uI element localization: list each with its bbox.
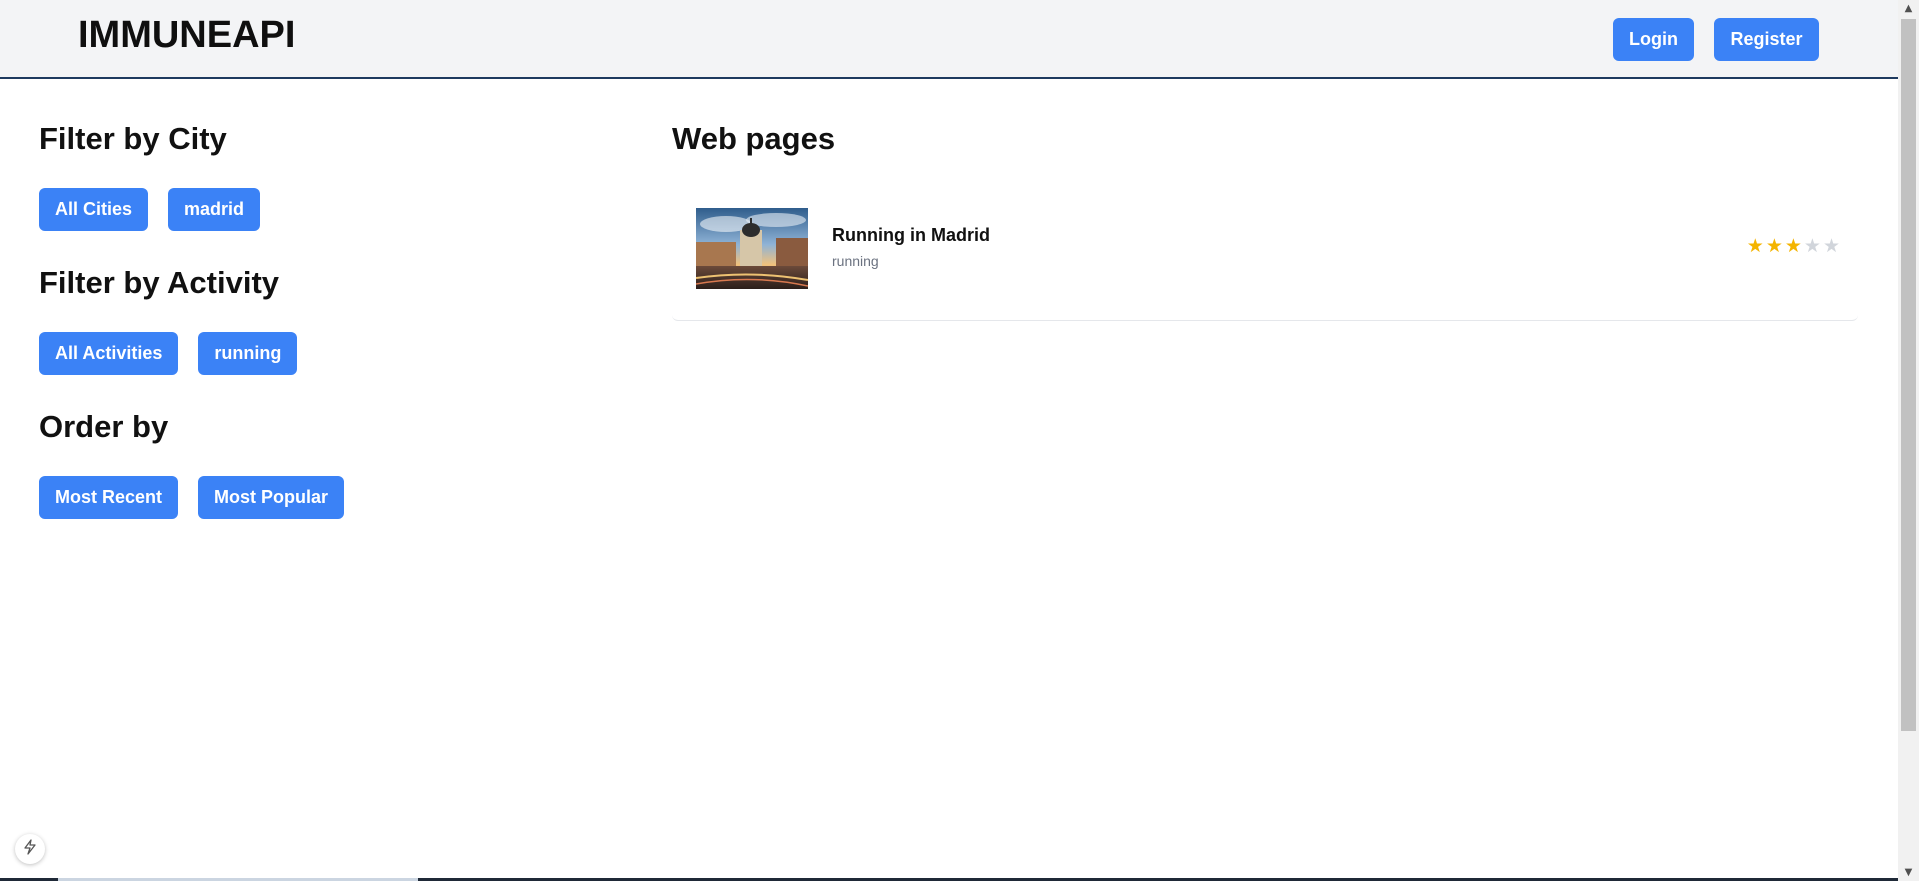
- web-pages-title: Web pages: [672, 121, 836, 156]
- star-icon: ★: [1784, 235, 1804, 257]
- order-most-recent-button[interactable]: Most Recent: [39, 476, 179, 519]
- filter-activity-title: Filter by Activity: [39, 265, 280, 300]
- filter-city-title: Filter by City: [39, 121, 227, 156]
- rating-stars: ★★★★★: [1747, 235, 1842, 257]
- register-button[interactable]: Register: [1714, 18, 1819, 61]
- filter-all-activities-button[interactable]: All Activities: [39, 332, 179, 375]
- arrow-down-icon[interactable]: ▼: [1898, 864, 1919, 881]
- star-icon: ★: [1822, 235, 1842, 257]
- dev-tools-button[interactable]: [15, 834, 45, 864]
- filter-all-cities-button[interactable]: All Cities: [39, 188, 149, 231]
- activity-filter-buttons: All Activities running: [39, 332, 298, 375]
- web-page-title[interactable]: Running in Madrid: [832, 225, 990, 246]
- brand-logo[interactable]: IMMUNEAPI: [78, 14, 295, 57]
- filter-city-madrid-button[interactable]: madrid: [168, 188, 261, 231]
- star-icon: ★: [1765, 235, 1785, 257]
- top-navbar: IMMUNEAPI Login Register: [0, 0, 1898, 79]
- filter-activity-running-button[interactable]: running: [198, 332, 298, 375]
- arrow-up-icon[interactable]: ▲: [1898, 0, 1919, 17]
- lightning-icon: [23, 838, 37, 860]
- page: IMMUNEAPI Login Register Filter by City …: [0, 0, 1919, 881]
- order-buttons: Most Recent Most Popular: [39, 476, 345, 519]
- order-by-title: Order by: [39, 409, 169, 444]
- vertical-scrollbar[interactable]: ▲ ▼: [1898, 0, 1919, 881]
- web-page-card[interactable]: Running in Madrid running ★★★★★: [672, 189, 1858, 321]
- star-icon: ★: [1803, 235, 1823, 257]
- city-filter-buttons: All Cities madrid: [39, 188, 261, 231]
- login-button[interactable]: Login: [1613, 18, 1694, 61]
- web-page-thumbnail[interactable]: [696, 208, 808, 289]
- order-most-popular-button[interactable]: Most Popular: [198, 476, 345, 519]
- star-icon: ★: [1746, 235, 1766, 257]
- scrollbar-thumb[interactable]: [1901, 19, 1916, 731]
- web-page-activity: running: [832, 253, 879, 269]
